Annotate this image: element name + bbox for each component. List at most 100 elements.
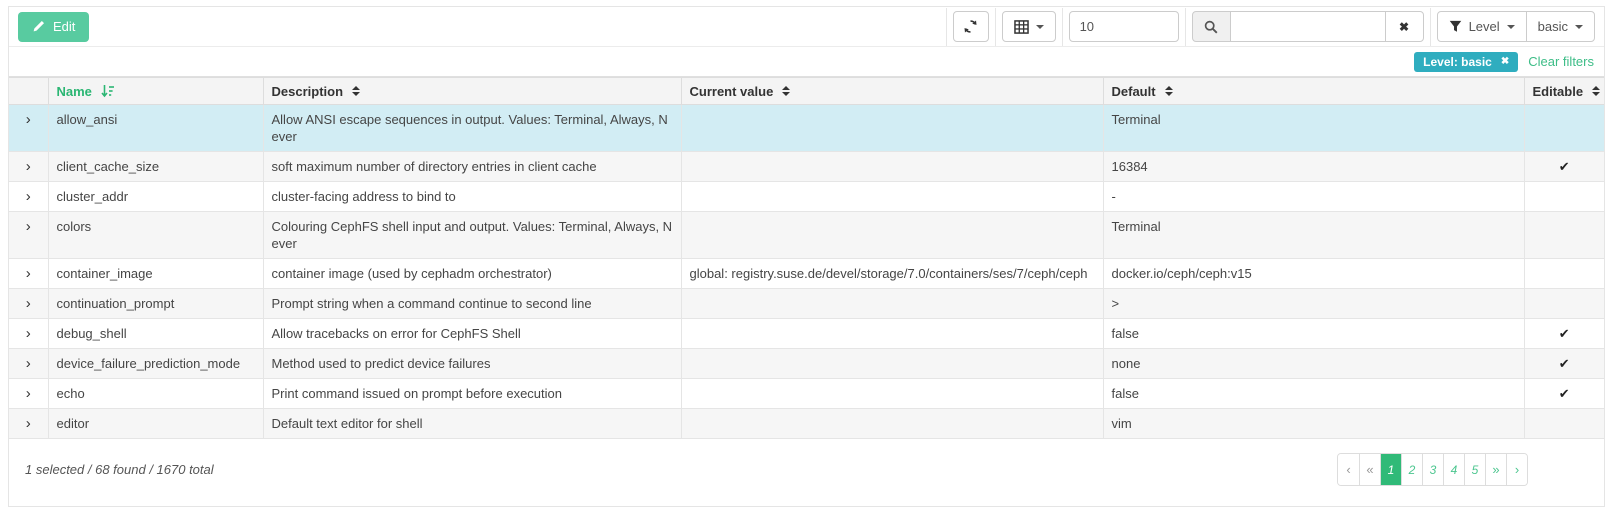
- expand-cell: ›: [9, 182, 48, 212]
- table-grid-icon: [1014, 20, 1029, 34]
- description-cell: Print command issued on prompt before ex…: [263, 379, 681, 409]
- table-row[interactable]: › editor Default text editor for shell v…: [9, 409, 1604, 439]
- level-filter-group: Level basic: [1437, 11, 1595, 42]
- selection-summary: 1 selected / 68 found / 1670 total: [25, 462, 214, 477]
- column-header-description[interactable]: Description: [263, 78, 681, 105]
- sort-icon: [1592, 86, 1600, 96]
- search-addon: [1192, 11, 1231, 42]
- default-cell: docker.io/ceph/ceph:v15: [1103, 259, 1524, 289]
- page-button-2[interactable]: 2: [1401, 454, 1422, 485]
- table-row[interactable]: › colors Colouring CephFS shell input an…: [9, 212, 1604, 259]
- editable-cell: [1524, 212, 1604, 259]
- expand-chevron-icon[interactable]: ›: [26, 219, 31, 234]
- page-last-button[interactable]: »: [1485, 454, 1506, 485]
- level-dropdown-button[interactable]: Level: [1437, 11, 1527, 42]
- description-cell: Prompt string when a command continue to…: [263, 289, 681, 319]
- column-header-default-label: Default: [1112, 84, 1156, 99]
- expand-chevron-icon[interactable]: ›: [26, 386, 31, 401]
- search-group: ✖: [1192, 11, 1424, 42]
- table-row[interactable]: › client_cache_size soft maximum number …: [9, 152, 1604, 182]
- expand-cell: ›: [9, 152, 48, 182]
- column-header-description-label: Description: [272, 84, 344, 99]
- chevron-down-icon: [1575, 25, 1583, 29]
- editable-cell: ✔: [1524, 349, 1604, 379]
- editable-cell: [1524, 289, 1604, 319]
- clear-filters-link[interactable]: Clear filters: [1528, 54, 1594, 69]
- active-filters-row: Level: basic ✖ Clear filters: [9, 47, 1604, 77]
- page-size-input[interactable]: [1069, 11, 1179, 42]
- toolbar-right-group: ✖ Level basic: [940, 8, 1595, 46]
- description-cell: container image (used by cephadm orchest…: [263, 259, 681, 289]
- expand-chevron-icon[interactable]: ›: [26, 112, 31, 127]
- expand-cell: ›: [9, 319, 48, 349]
- default-cell: 16384: [1103, 152, 1524, 182]
- chevron-down-icon: [1507, 25, 1515, 29]
- toolbar-divider: [946, 8, 947, 46]
- editable-cell: [1524, 259, 1604, 289]
- expand-chevron-icon[interactable]: ›: [26, 416, 31, 431]
- expand-chevron-icon[interactable]: ›: [26, 159, 31, 174]
- pencil-icon: [32, 20, 45, 33]
- default-cell: -: [1103, 182, 1524, 212]
- table-row[interactable]: › debug_shell Allow tracebacks on error …: [9, 319, 1604, 349]
- name-cell: continuation_prompt: [48, 289, 263, 319]
- sort-amount-icon: [101, 84, 115, 98]
- column-header-name[interactable]: Name: [48, 78, 263, 105]
- description-cell: Allow ANSI escape sequences in output. V…: [263, 105, 681, 152]
- page-button-5[interactable]: 5: [1464, 454, 1485, 485]
- column-header-default[interactable]: Default: [1103, 78, 1524, 105]
- table-row[interactable]: › echo Print command issued on prompt be…: [9, 379, 1604, 409]
- table-row[interactable]: › container_image container image (used …: [9, 259, 1604, 289]
- editable-cell: [1524, 105, 1604, 152]
- name-cell: cluster_addr: [48, 182, 263, 212]
- name-cell: client_cache_size: [48, 152, 263, 182]
- page-button-1[interactable]: 1: [1380, 454, 1401, 485]
- expand-chevron-icon[interactable]: ›: [26, 266, 31, 281]
- page-button-4[interactable]: 4: [1443, 454, 1464, 485]
- pagination: ‹«12345»›: [1337, 453, 1528, 486]
- clear-search-button[interactable]: ✖: [1385, 11, 1424, 42]
- name-cell: device_failure_prediction_mode: [48, 349, 263, 379]
- current-value-cell: [681, 319, 1103, 349]
- filter-funnel-icon: [1449, 20, 1462, 33]
- edit-button[interactable]: Edit: [18, 12, 89, 42]
- expand-cell: ›: [9, 409, 48, 439]
- expand-chevron-icon[interactable]: ›: [26, 189, 31, 204]
- search-input[interactable]: [1231, 11, 1386, 42]
- default-cell: false: [1103, 379, 1524, 409]
- table-toolbar: Edit: [9, 7, 1604, 47]
- toolbar-divider: [1062, 8, 1063, 46]
- column-header-current-value[interactable]: Current value: [681, 78, 1103, 105]
- page-next-button[interactable]: ›: [1506, 454, 1527, 485]
- description-cell: Method used to predict device failures: [263, 349, 681, 379]
- description-cell: Default text editor for shell: [263, 409, 681, 439]
- expand-cell: ›: [9, 259, 48, 289]
- editable-cell: ✔: [1524, 379, 1604, 409]
- page-button-3[interactable]: 3: [1422, 454, 1443, 485]
- column-visibility-button[interactable]: [1002, 11, 1056, 42]
- refresh-button[interactable]: [953, 11, 989, 42]
- edit-button-label: Edit: [53, 19, 75, 34]
- table-row[interactable]: › continuation_prompt Prompt string when…: [9, 289, 1604, 319]
- expand-chevron-icon[interactable]: ›: [26, 296, 31, 311]
- table-row[interactable]: › cluster_addr cluster-facing address to…: [9, 182, 1604, 212]
- table-row[interactable]: › allow_ansi Allow ANSI escape sequences…: [9, 105, 1604, 152]
- remove-filter-icon[interactable]: ✖: [1501, 56, 1509, 67]
- description-cell: Allow tracebacks on error for CephFS She…: [263, 319, 681, 349]
- name-cell: debug_shell: [48, 319, 263, 349]
- level-value-dropdown-button[interactable]: basic: [1526, 11, 1595, 42]
- current-value-cell: [681, 212, 1103, 259]
- level-filter-chip[interactable]: Level: basic ✖: [1414, 52, 1518, 72]
- column-header-editable-label: Editable: [1533, 84, 1584, 99]
- current-value-cell: [681, 289, 1103, 319]
- expand-chevron-icon[interactable]: ›: [26, 356, 31, 371]
- editable-cell: ✔: [1524, 152, 1604, 182]
- name-cell: editor: [48, 409, 263, 439]
- sort-icon: [1165, 86, 1173, 96]
- table-row[interactable]: › device_failure_prediction_mode Method …: [9, 349, 1604, 379]
- column-header-editable[interactable]: Editable: [1524, 78, 1604, 105]
- name-cell: container_image: [48, 259, 263, 289]
- name-cell: colors: [48, 212, 263, 259]
- expand-chevron-icon[interactable]: ›: [26, 326, 31, 341]
- table-body: › allow_ansi Allow ANSI escape sequences…: [9, 105, 1604, 439]
